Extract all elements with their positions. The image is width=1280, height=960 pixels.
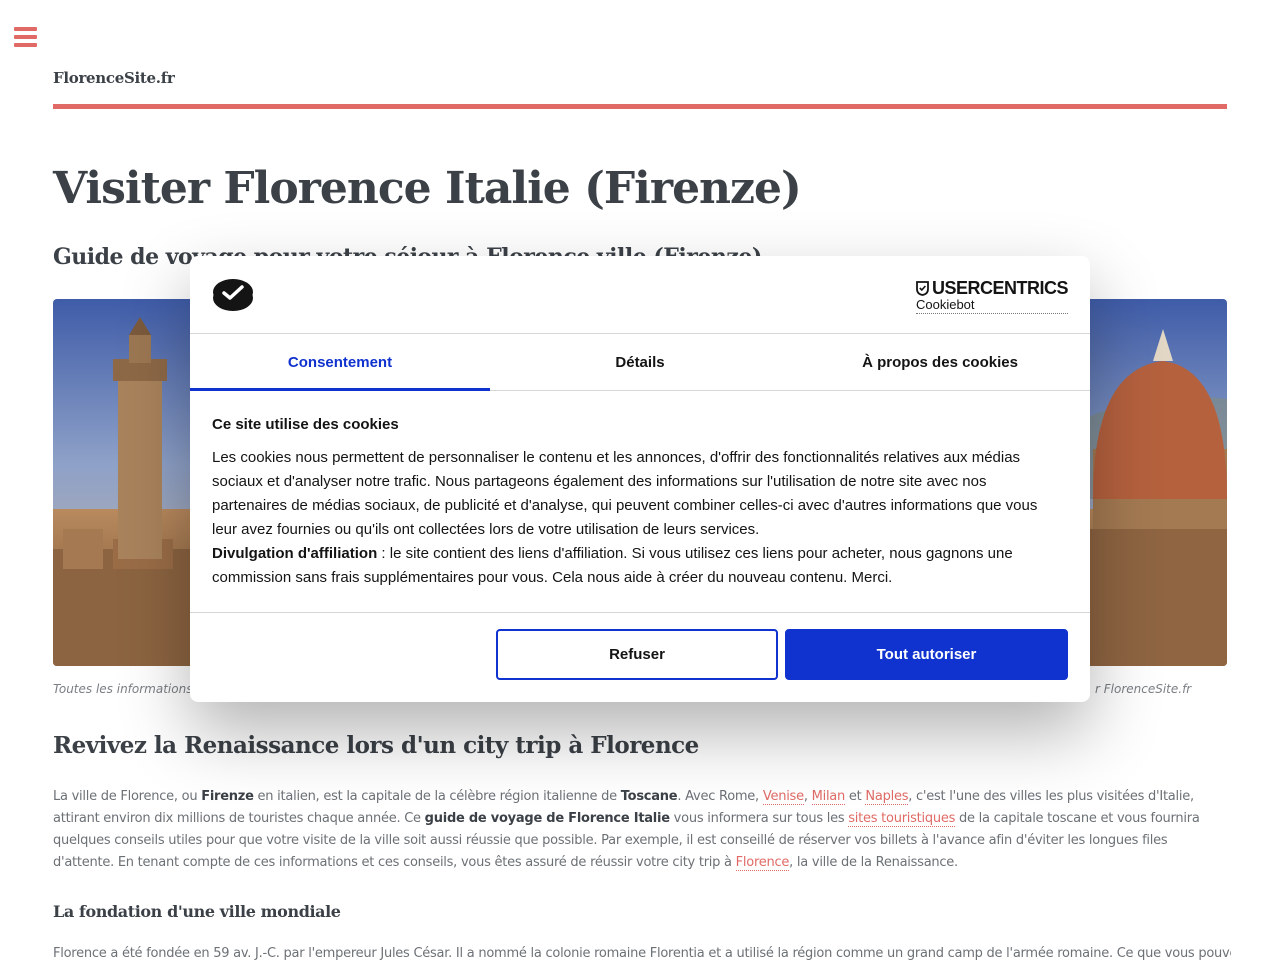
cookie-dialog-footer: Refuser Tout autoriser (190, 612, 1090, 702)
intro-paragraph: La ville de Florence, ou Firenze en ital… (53, 789, 1200, 871)
subsection-title: La fondation d'une ville mondiale (53, 902, 341, 921)
cookie-consent-dialog: USERCENTRICS Cookiebot Consentement Déta… (190, 256, 1090, 702)
section-title: Revivez la Renaissance lors d'un city tr… (53, 732, 699, 759)
cookie-tabs: Consentement Détails À propos des cookie… (190, 334, 1090, 391)
cookie-dialog-body: Ce site utilise des cookies Les cookies … (212, 416, 1062, 590)
cookie-description: Les cookies nous permettent de personnal… (212, 449, 1038, 586)
link-venise[interactable]: Venise (762, 789, 804, 805)
page-title: Visiter Florence Italie (Firenze) (53, 163, 802, 214)
tab-consentement[interactable]: Consentement (190, 334, 490, 391)
link-milan[interactable]: Milan (811, 789, 845, 805)
refuse-button[interactable]: Refuser (496, 629, 778, 680)
header-divider (53, 104, 1227, 109)
usercentrics-cookiebot-brand[interactable]: USERCENTRICS Cookiebot (915, 278, 1069, 314)
shield-check-icon (916, 281, 929, 296)
cookiebot-logo-icon (212, 278, 254, 312)
cookie-heading: Ce site utilise des cookies (212, 416, 399, 433)
history-paragraph: Florence a été fondée en 59 av. J.-C. pa… (53, 946, 1231, 960)
cookie-dialog-header: USERCENTRICS Cookiebot (190, 256, 1090, 334)
link-sites-touristiques[interactable]: sites touristiques (848, 811, 955, 827)
site-name[interactable]: FlorenceSite.fr (53, 69, 175, 87)
link-florence[interactable]: Florence (735, 855, 789, 871)
tab-details[interactable]: Détails (490, 334, 790, 390)
link-naples[interactable]: Naples (865, 789, 908, 805)
allow-all-button[interactable]: Tout autoriser (785, 629, 1068, 680)
affiliation-label: Divulgation d'affiliation (212, 545, 378, 562)
hamburger-menu-icon[interactable] (14, 27, 37, 47)
tab-a-propos-des-cookies[interactable]: À propos des cookies (790, 334, 1090, 390)
